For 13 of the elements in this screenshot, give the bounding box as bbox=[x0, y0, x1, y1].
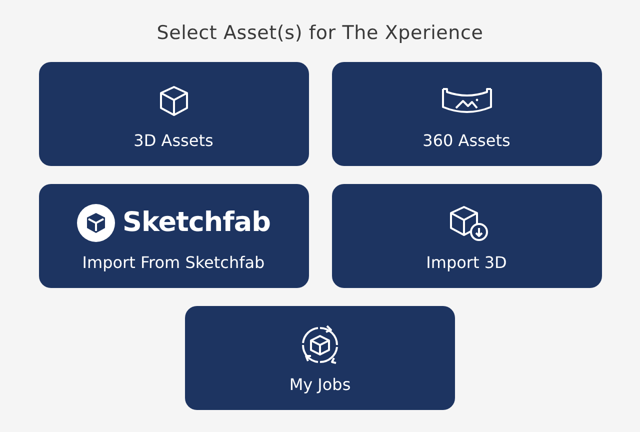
option-label: 360 Assets bbox=[422, 130, 510, 150]
option-label: 3D Assets bbox=[134, 130, 214, 150]
asset-option-button[interactable]: Sketchfab Import From Sketchfab bbox=[38, 184, 308, 288]
asset-option-button[interactable]: 360 Assets bbox=[332, 62, 602, 166]
logo-icon bbox=[76, 204, 115, 242]
page-title: Select Asset(s) for The Xperience bbox=[156, 22, 484, 44]
option-label: Import 3D bbox=[426, 252, 507, 272]
asset-option-button[interactable]: My Jobs bbox=[185, 306, 455, 410]
logo-wordmark: Sketchfab bbox=[122, 207, 270, 238]
asset-option-button[interactable]: 3D Assets bbox=[38, 62, 308, 166]
asset-option-button[interactable]: Import 3D bbox=[332, 184, 602, 288]
option-label: My Jobs bbox=[289, 374, 351, 394]
option-label: Import From Sketchfab bbox=[82, 252, 265, 272]
